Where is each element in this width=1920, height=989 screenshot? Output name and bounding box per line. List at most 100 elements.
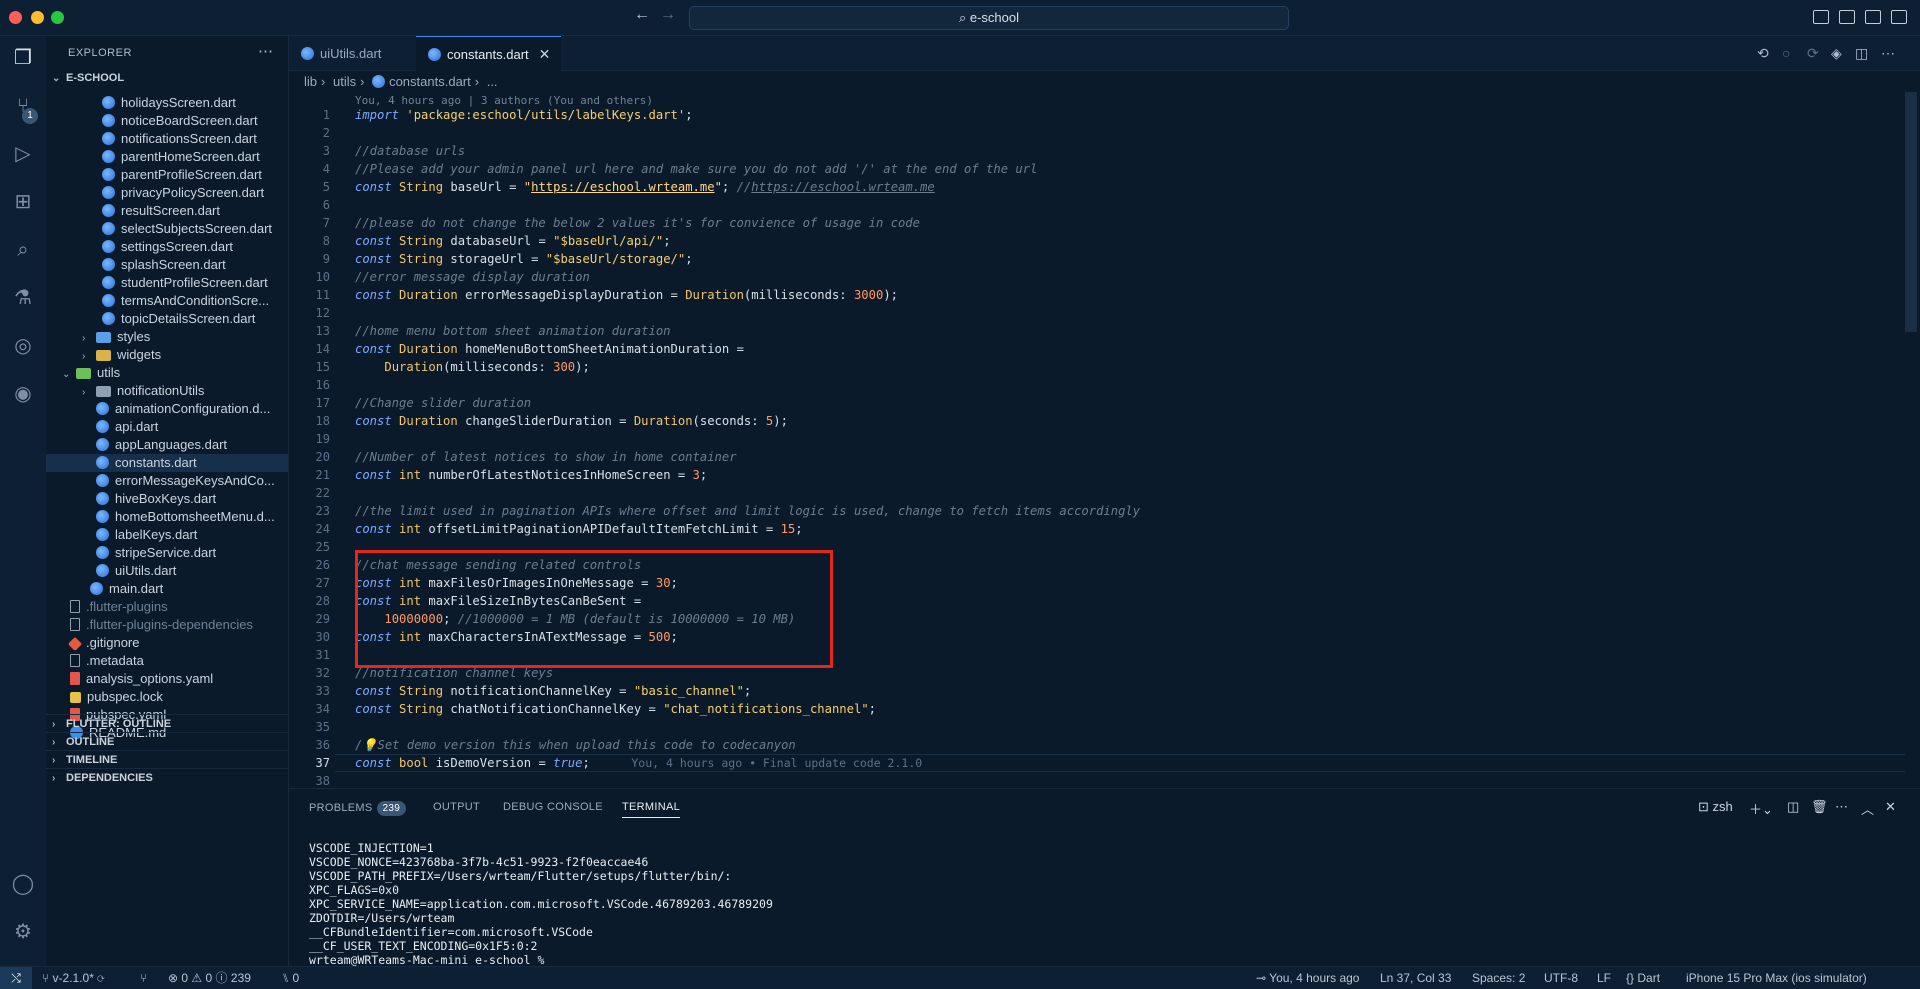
tree-item[interactable]: .gitignore (46, 634, 288, 652)
tree-item[interactable]: .flutter-plugins-dependencies (46, 616, 288, 634)
editor-scrollbar[interactable] (1905, 92, 1917, 332)
command-center-search[interactable]: ⌕ e-school (689, 6, 1289, 30)
tree-item[interactable]: noticeBoardScreen.dart (46, 112, 288, 130)
tree-item[interactable]: .metadata (46, 652, 288, 670)
tree-item[interactable]: notificationsScreen.dart (46, 130, 288, 148)
kill-terminal-icon[interactable]: 🗑 (1811, 799, 1828, 815)
ports-status[interactable]: ⑊ 0 (282, 967, 299, 989)
tree-item[interactable]: pubspec.lock (46, 688, 288, 706)
code-line[interactable]: //Please add your admin panel url here a… (355, 160, 1037, 178)
go-back-icon[interactable]: ⟲ (1757, 45, 1769, 62)
sidebar-section[interactable]: › DEPENDENCIES (46, 768, 288, 786)
zoom-window-button[interactable] (51, 11, 64, 24)
tree-item[interactable]: stripeService.dart (46, 544, 288, 562)
code-line[interactable]: const Duration changeSliderDuration = Du… (355, 412, 788, 430)
breadcrumb-utils[interactable]: utils (333, 74, 356, 89)
indentation-status[interactable]: Spaces: 2 (1472, 967, 1525, 989)
close-panel-icon[interactable]: ✕ (1885, 799, 1896, 815)
tree-item[interactable]: privacyPolicyScreen.dart (46, 184, 288, 202)
tree-item[interactable]: labelKeys.dart (46, 526, 288, 544)
account-icon[interactable]: ◯ (11, 872, 35, 896)
tree-item[interactable]: animationConfiguration.d... (46, 400, 288, 418)
tree-item[interactable]: settingsScreen.dart (46, 238, 288, 256)
blame-status[interactable]: ⊸ You, 4 hours ago (1256, 967, 1359, 989)
split-editor-icon[interactable]: ◫ (1855, 45, 1868, 62)
explorer-icon[interactable]: ❐ (11, 46, 35, 70)
sidebar-section[interactable]: › OUTLINE (46, 732, 288, 750)
code-line[interactable]: const String storageUrl = "$baseUrl/stor… (355, 250, 693, 268)
code-line[interactable]: Duration(milliseconds: 300); (355, 358, 589, 376)
tab-constants[interactable]: constants.dart ✕ (416, 36, 561, 71)
tree-item[interactable]: analysis_options.yaml (46, 670, 288, 688)
code-line[interactable]: const String chatNotificationChannelKey … (355, 700, 876, 718)
tab-debug-console[interactable]: DEBUG CONSOLE (503, 801, 603, 813)
customize-layout-icon[interactable] (1891, 10, 1907, 24)
breadcrumb-symbol[interactable]: ... (487, 74, 498, 89)
toggle-panel-icon[interactable] (1839, 10, 1855, 24)
terminal-shell-selector[interactable]: ⊡ zsh (1698, 799, 1733, 815)
tree-item[interactable]: studentProfileScreen.dart (46, 274, 288, 292)
code-line[interactable]: const int offsetLimitPaginationAPIDefaul… (355, 520, 803, 538)
branch-status[interactable]: ⑂ v-2.1.0* ⟳ (42, 967, 104, 989)
sidebar-section[interactable]: › FLUTTER: OUTLINE (46, 714, 288, 732)
tab-terminal[interactable]: TERMINAL (622, 801, 681, 818)
tree-item[interactable]: resultScreen.dart (46, 202, 288, 220)
split-terminal-icon[interactable]: ◫ (1787, 799, 1799, 815)
workspace-root[interactable]: ⌄ E-SCHOOL (46, 72, 288, 92)
tree-item[interactable]: holidaysScreen.dart (46, 94, 288, 112)
tree-item[interactable]: api.dart (46, 418, 288, 436)
code-line[interactable]: /💡Set demo version this when upload this… (355, 736, 796, 754)
code-line[interactable]: const String databaseUrl = "$baseUrl/api… (355, 232, 671, 250)
tree-item[interactable]: appLanguages.dart (46, 436, 288, 454)
toggle-secondary-sidebar-icon[interactable] (1865, 10, 1881, 24)
breadcrumb-lib[interactable]: lib (304, 74, 317, 89)
search-sidebar-icon[interactable]: ⌕ (11, 238, 35, 262)
git-graph-status-icon[interactable]: ⑂ (140, 967, 147, 989)
back-arrow-icon[interactable]: ← (634, 6, 650, 24)
testing-icon[interactable]: ⚗ (11, 286, 35, 310)
code-line[interactable]: import 'package:eschool/utils/labelKeys.… (355, 106, 693, 124)
tree-item[interactable]: .flutter-plugins (46, 598, 288, 616)
tab-output[interactable]: OUTPUT (433, 801, 480, 813)
tree-item[interactable]: constants.dart (46, 454, 288, 472)
cursor-position[interactable]: Ln 37, Col 33 (1380, 967, 1451, 989)
settings-gear-icon[interactable]: ⚙ (11, 920, 35, 944)
tree-item[interactable]: homeBottomsheetMenu.d... (46, 508, 288, 526)
tree-item[interactable]: errorMessageKeysAndCo... (46, 472, 288, 490)
previous-change-icon[interactable]: ○ (1782, 45, 1790, 61)
tree-item[interactable]: › styles (46, 328, 288, 346)
code-line[interactable]: //Change slider duration (355, 394, 531, 412)
tree-item[interactable]: › notificationUtils (46, 382, 288, 400)
extensions-icon[interactable]: ⊞ (11, 190, 35, 214)
tree-item[interactable]: selectSubjectsScreen.dart (46, 220, 288, 238)
tab-problems[interactable]: PROBLEMS 239 (309, 801, 407, 816)
run-debug-icon[interactable]: ▷ (11, 142, 35, 166)
code-editor[interactable]: You, 4 hours ago | 3 authors (You and ot… (289, 92, 1920, 788)
more-panel-actions-icon[interactable]: ⋯ (1835, 799, 1848, 815)
tree-item[interactable]: › widgets (46, 346, 288, 364)
encoding-status[interactable]: UTF-8 (1544, 967, 1578, 989)
close-window-button[interactable] (9, 11, 22, 24)
forward-arrow-icon[interactable]: → (660, 6, 676, 24)
code-line[interactable]: const bool isDemoVersion = true; You, 4 … (355, 754, 922, 772)
new-terminal-icon[interactable]: ＋⌄ (1749, 799, 1773, 818)
tree-item[interactable]: splashScreen.dart (46, 256, 288, 274)
eol-status[interactable]: LF (1597, 967, 1611, 989)
code-line[interactable]: const Duration homeMenuBottomSheetAnimat… (355, 340, 744, 358)
tree-item[interactable]: hiveBoxKeys.dart (46, 490, 288, 508)
code-line[interactable]: //Number of latest notices to show in ho… (355, 448, 737, 466)
code-line[interactable]: //error message display duration (355, 268, 590, 286)
tree-item[interactable]: parentHomeScreen.dart (46, 148, 288, 166)
tree-item[interactable]: main.dart (46, 580, 288, 598)
code-line[interactable]: const String notificationChannelKey = "b… (355, 682, 751, 700)
tree-item[interactable]: ⌄ utils (46, 364, 288, 382)
close-icon[interactable]: ✕ (539, 46, 551, 62)
code-line[interactable]: const String baseUrl = "https://eschool.… (355, 178, 935, 196)
device-status[interactable]: iPhone 15 Pro Max (ios simulator) (1686, 967, 1867, 989)
code-line[interactable]: //database urls (355, 142, 465, 160)
flutter-devtools-icon[interactable]: ◉ (11, 382, 35, 406)
code-line[interactable]: //home menu bottom sheet animation durat… (355, 322, 671, 340)
sidebar-section[interactable]: › TIMELINE (46, 750, 288, 768)
code-line[interactable]: const Duration errorMessageDisplayDurati… (355, 286, 898, 304)
tab-uiutils[interactable]: uiUtils.dart (289, 36, 405, 71)
